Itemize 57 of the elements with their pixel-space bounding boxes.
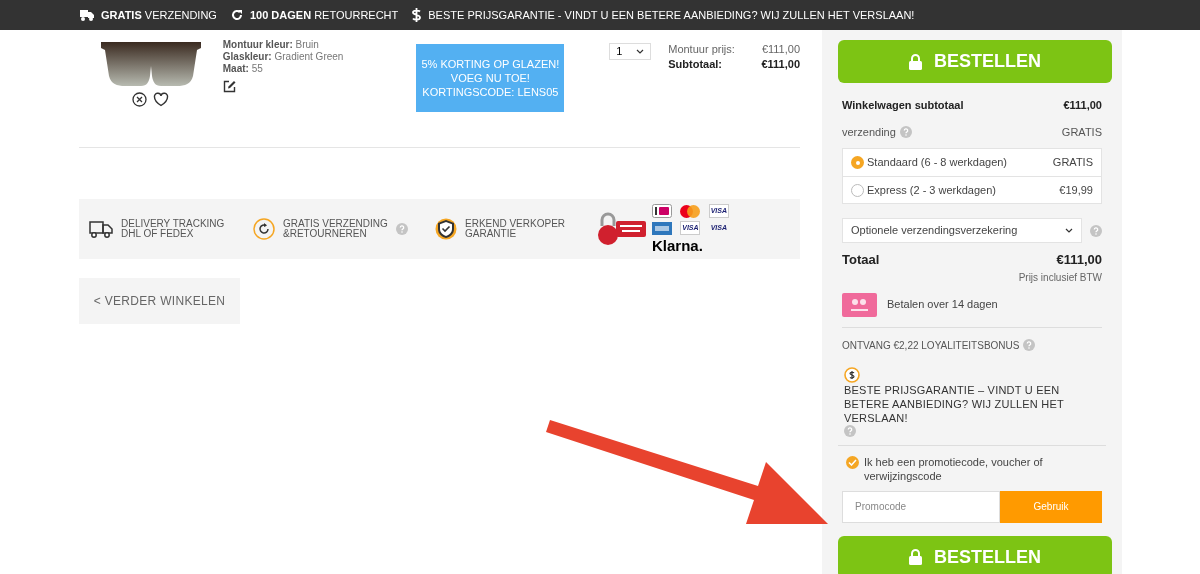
- lock-icon: [909, 53, 922, 70]
- total-value: €111,00: [1056, 251, 1102, 269]
- ideal-logo: [652, 204, 672, 218]
- lock-icon: [909, 549, 922, 565]
- dollar-coin-icon: [844, 366, 860, 383]
- vat-note: Prijs inclusief BTW: [1018, 271, 1102, 283]
- promocode-field[interactable]: Promocode: [842, 490, 1000, 523]
- feature-text: ERKEND VERKOPER GARANTIE: [465, 219, 566, 239]
- price-label: Subtotaal:: [668, 57, 722, 72]
- subtotal-label: Winkelwagen subtotaal: [842, 98, 964, 113]
- promo-checkbox[interactable]: [846, 455, 859, 469]
- price-value: €111,00: [761, 42, 800, 57]
- loyalty-text: ONTVANG €2,22 LOYALITEITSBONUS: [842, 338, 1020, 353]
- security-badge-icon: [616, 221, 646, 237]
- feature-text: GRATIS VERZENDING &RETOURNEREN: [283, 219, 388, 239]
- chevron-icon: [1065, 228, 1073, 233]
- klarna-pay-text: Betalen over 14 dagen: [887, 297, 998, 313]
- chevron-icon: [636, 49, 645, 54]
- product-detail: Glaskleur: Gradient Green: [222, 51, 345, 63]
- remove-icon[interactable]: [132, 92, 148, 107]
- shipping-option[interactable]: Express (2 - 3 werkdagen) €19,99: [843, 176, 1101, 203]
- feature-text: DELIVERY TRACKING DHL OF FEDEX: [121, 219, 225, 239]
- truck-icon: [89, 219, 113, 239]
- price-value: €111,00: [761, 57, 800, 72]
- dollar-icon: [412, 8, 422, 22]
- insurance-select[interactable]: Optionele verzendingsverzekering: [842, 218, 1082, 243]
- shipping-option[interactable]: Standaard (6 - 8 werkdagen) GRATIS: [843, 149, 1101, 176]
- help-icon[interactable]: [844, 424, 856, 437]
- promo-checkbox-label: Ik heb een promotiecode, voucher of verwijzingscode: [864, 454, 1044, 483]
- heart-icon[interactable]: [153, 92, 170, 107]
- top-bar-text: GRATIS VERZENDING: [101, 7, 217, 23]
- top-bar-text: BESTE PRIJSGARANTIE - VINDT U EEN BETERE AANBIEDING? WIJ ZULLEN HET VERSLAAN!: [428, 7, 915, 23]
- subtotal-value: €111,00: [1063, 98, 1102, 113]
- amex-logo: [652, 221, 672, 235]
- help-icon[interactable]: [899, 125, 912, 138]
- total-label: Totaal: [842, 251, 880, 269]
- promo-banner: 5% KORTING OP GLAZEN! VOEG NU TOE! KORTINGSCODE: LENS05: [416, 44, 565, 112]
- product-detail: Maat: 55: [222, 63, 264, 75]
- help-icon[interactable]: [1023, 339, 1036, 351]
- klarna-logo: Klarna.: [652, 238, 703, 254]
- refresh-icon: [230, 9, 243, 21]
- product-detail: Montuur kleur: Bruin: [222, 39, 320, 51]
- top-bar-text: 100 DAGEN RETOURRECHT: [249, 7, 399, 23]
- mastercard-logo: [680, 204, 701, 218]
- help-icon[interactable]: [395, 223, 408, 235]
- shipping-value: GRATIS: [1061, 124, 1102, 140]
- padlock-icon: [597, 212, 619, 246]
- klarna-badge-icon: [842, 292, 877, 317]
- shield-check-icon: [435, 218, 457, 240]
- quantity-select[interactable]: 1: [609, 43, 652, 60]
- continue-shopping-button[interactable]: < VERDER WINKELEN: [79, 278, 240, 324]
- price-label: Montuur prijs:: [668, 42, 735, 57]
- shipping-label: verzending: [842, 124, 896, 140]
- guarantee-text: BESTE PRIJSGARANTIE – VINDT U EEN BETERE AANBIEDING? WIJ ZULLEN HET VERSLAAN!: [844, 382, 1065, 425]
- edit-icon[interactable]: [222, 80, 236, 93]
- truck-icon: [80, 9, 94, 21]
- help-icon[interactable]: [1090, 224, 1102, 237]
